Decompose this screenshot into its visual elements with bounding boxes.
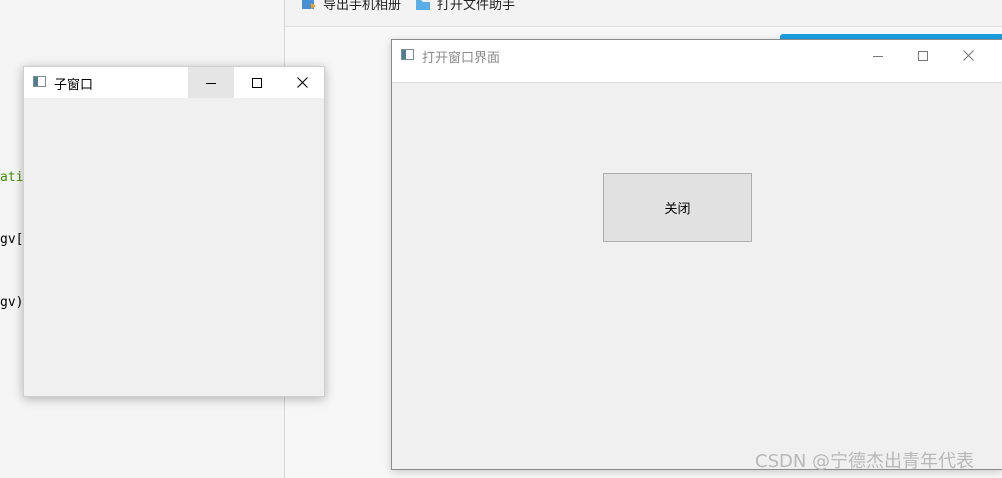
toolbar-item-export-photos[interactable]: 导出手机相册 — [301, 0, 401, 13]
main-close-button[interactable] — [945, 40, 991, 71]
close-icon — [296, 77, 308, 88]
watermark: CSDN @宁德杰出青年代表 — [755, 451, 975, 472]
code-fragment: gv) — [0, 295, 24, 310]
folder-icon — [416, 0, 430, 10]
child-window-title: 子窗口 — [54, 78, 94, 93]
window-app-icon — [401, 49, 414, 60]
window-app-icon — [33, 76, 46, 87]
toolbar-item-file-helper[interactable]: 打开文件助手 — [415, 0, 515, 13]
main-window-titlebar[interactable]: 打开窗口界面 — [392, 40, 1002, 71]
child-window: 子窗口 — [23, 66, 325, 397]
child-maximize-button[interactable] — [234, 67, 280, 98]
main-minimize-button[interactable] — [855, 40, 901, 71]
minimize-icon — [206, 82, 216, 84]
close-icon — [962, 50, 974, 61]
toolbar-item-label: 打开文件助手 — [437, 0, 516, 13]
minimize-icon — [873, 55, 883, 57]
child-minimize-button[interactable] — [188, 67, 234, 98]
main-window: 打开窗口界面 关闭 — [391, 39, 1002, 470]
main-maximize-button[interactable] — [900, 40, 946, 71]
maximize-icon — [918, 50, 928, 61]
background-toolbar: 导出手机相册 打开文件助手 — [285, 0, 1002, 27]
child-window-titlebar[interactable]: 子窗口 — [24, 67, 324, 98]
maximize-icon — [252, 77, 262, 88]
export-photo-icon — [302, 0, 316, 9]
toolbar-item-label: 导出手机相册 — [323, 0, 402, 13]
close-window-button[interactable]: 关闭 — [603, 173, 752, 242]
main-window-title: 打开窗口界面 — [422, 51, 501, 66]
child-close-button[interactable] — [279, 67, 325, 98]
main-window-menubar — [392, 71, 1002, 83]
